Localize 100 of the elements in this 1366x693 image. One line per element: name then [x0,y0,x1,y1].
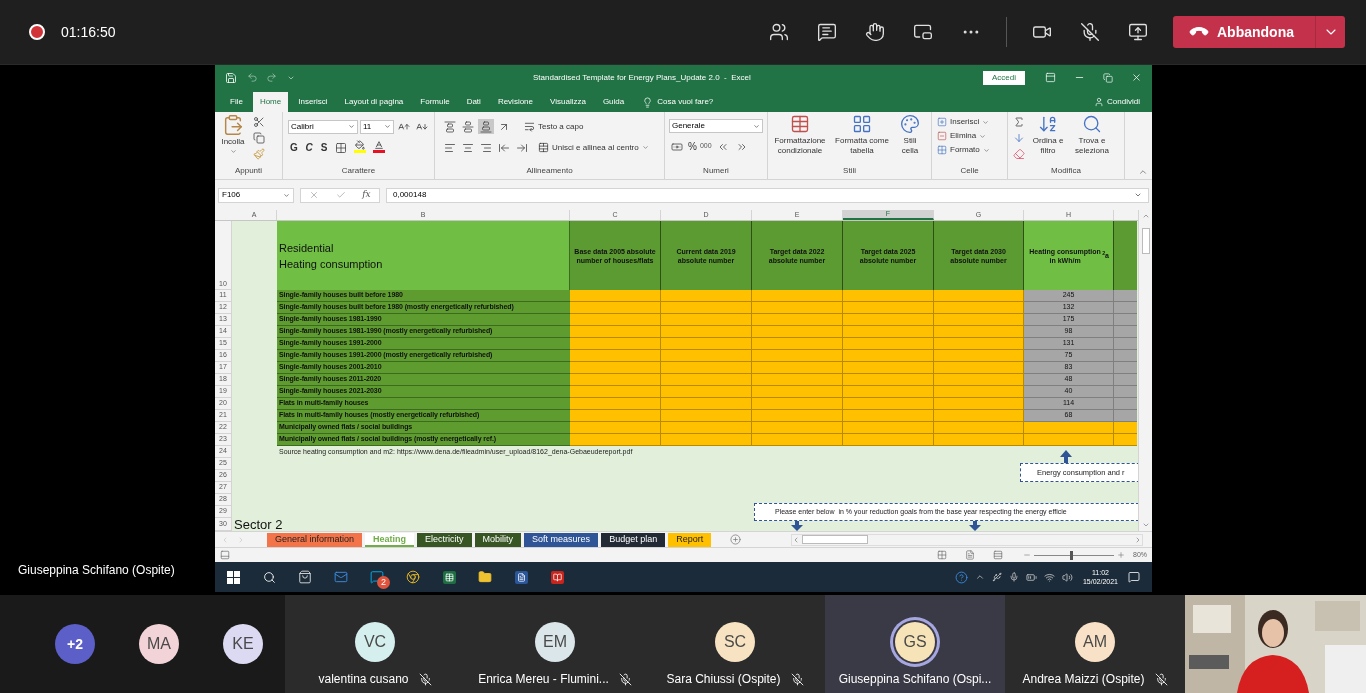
collapse-ribbon-icon[interactable] [1138,167,1148,177]
more-participants[interactable]: +2 [55,624,95,664]
mail-icon[interactable] [334,570,348,584]
input-cell[interactable] [843,362,934,374]
sheet-tab[interactable]: General information [267,532,363,547]
ribbon-tab[interactable]: Guida [595,92,632,112]
sheet-tab[interactable]: Budget plan [601,532,666,547]
function-button[interactable]: fx [362,188,371,202]
save-icon[interactable] [225,71,237,84]
input-cell[interactable] [752,434,843,446]
input-cell[interactable] [752,362,843,374]
input-cell[interactable] [1024,434,1114,446]
page-layout-icon[interactable] [965,550,975,560]
conditional-formatting-button[interactable]: Formattazione condizionale [771,114,829,156]
start-icon[interactable] [226,570,240,584]
input-cell[interactable] [934,350,1024,362]
insert-cells-button[interactable]: Inserisci [937,116,990,128]
notifications-icon[interactable] [1128,571,1140,583]
input-cell[interactable] [661,314,752,326]
input-cell[interactable] [752,338,843,350]
input-cell[interactable] [752,374,843,386]
input-cell[interactable] [661,326,752,338]
input-cell[interactable] [752,410,843,422]
close-icon[interactable] [1131,72,1142,83]
input-cell[interactable] [570,350,661,362]
horizontal-scrollbar[interactable] [791,533,1144,546]
underline-button[interactable]: S [318,140,330,155]
input-cell[interactable] [661,374,752,386]
wrap-text-button[interactable]: Testo a capo [524,120,584,133]
raise-hand-icon[interactable] [865,22,885,42]
wifi-icon[interactable] [1043,571,1055,583]
input-cell[interactable] [934,314,1024,326]
browser-icon[interactable] [406,570,420,584]
input-cell[interactable] [1024,422,1114,434]
input-cell[interactable] [661,350,752,362]
input-cell[interactable] [843,314,934,326]
bold-button[interactable]: G [288,140,300,155]
currency-icon[interactable] [671,140,683,153]
input-cell[interactable] [752,326,843,338]
input-cell[interactable] [843,350,934,362]
input-cell[interactable] [843,386,934,398]
ribbon-tab[interactable]: Home [252,92,289,112]
next-sheet-icon[interactable] [237,535,245,544]
ribbon-tab[interactable]: Visualizza [543,92,593,112]
input-cell[interactable] [843,434,934,446]
fill-color-icon[interactable] [352,140,368,155]
increase-indent-icon[interactable] [516,141,528,154]
cancel-icon[interactable] [309,190,320,200]
zoom-out-icon[interactable] [1023,551,1031,559]
merge-center-button[interactable]: Unisci e allinea al centro [538,141,649,154]
input-cell[interactable] [570,338,661,350]
input-cell[interactable] [843,398,934,410]
ribbon-tab[interactable]: Layout di pagina [337,92,411,112]
chat-icon[interactable] [817,22,837,42]
redo-icon[interactable] [266,72,277,83]
spreadsheet-app-icon[interactable] [442,570,456,584]
input-cell[interactable] [661,290,752,302]
previous-sheet-icon[interactable] [221,535,229,544]
input-cell[interactable] [570,434,661,446]
align-middle-icon[interactable] [462,120,474,133]
tray-icon[interactable] [974,572,985,582]
input-cell[interactable] [843,422,934,434]
input-cell[interactable] [934,410,1024,422]
input-cell[interactable] [843,302,934,314]
input-cell[interactable] [752,314,843,326]
input-cell[interactable] [934,290,1024,302]
input-cell[interactable] [661,386,752,398]
scrollbar-thumb[interactable] [802,535,869,544]
input-cell[interactable] [934,302,1024,314]
input-cell[interactable] [570,326,661,338]
battery-icon[interactable] [1025,571,1037,583]
input-cell[interactable] [570,422,661,434]
add-sheet-icon[interactable] [730,534,742,545]
borders-icon[interactable] [335,141,347,154]
copy-icon[interactable] [253,131,265,144]
ribbon-tab[interactable]: Revisione [490,92,540,112]
paste-button[interactable]: Incolla [218,114,248,155]
number-format-field[interactable]: Generale [669,119,763,133]
autosum-icon[interactable] [1013,115,1025,128]
input-cell[interactable] [570,302,661,314]
input-cell[interactable] [661,302,752,314]
microphone-icon[interactable] [1008,572,1019,582]
undo-icon[interactable] [247,72,258,83]
share-button[interactable]: Condividi [1094,92,1144,112]
font-name-field[interactable]: Calibri [288,119,358,134]
align-top-icon[interactable] [444,120,456,133]
find-select-button[interactable]: Trova e seleziona [1069,114,1115,156]
cut-icon[interactable] [253,115,265,128]
input-cell[interactable] [752,302,843,314]
ribbon-tab[interactable]: Formule [413,92,457,112]
sheet-tab[interactable]: Report [668,532,712,547]
vertical-scrollbar[interactable] [1138,210,1152,531]
input-cell[interactable] [570,290,661,302]
zoom-in-icon[interactable] [1117,551,1125,559]
device-icon[interactable] [991,572,1002,582]
input-cell[interactable] [570,374,661,386]
input-cell[interactable] [934,398,1024,410]
input-cell[interactable] [661,362,752,374]
sign-in-button[interactable]: Accedi [983,70,1025,85]
input-cell[interactable] [843,410,934,422]
